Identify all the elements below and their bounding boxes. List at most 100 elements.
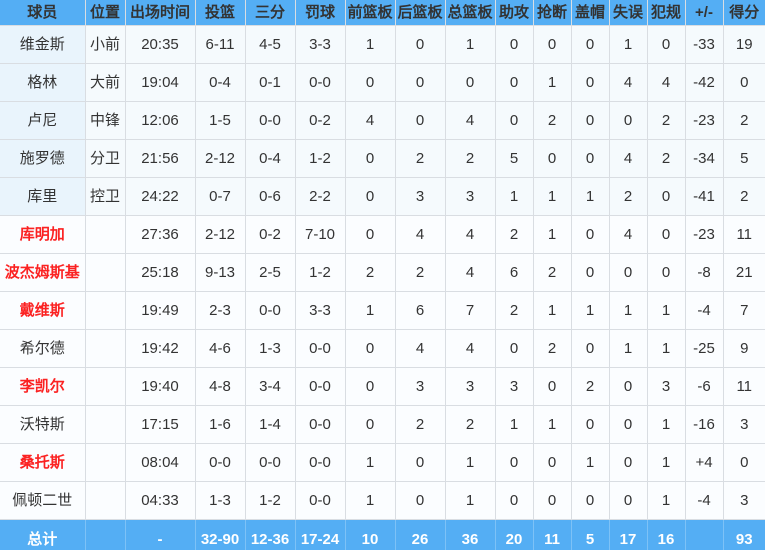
cell-reb: 3 — [445, 177, 496, 216]
table-row[interactable]: 卢尼 中锋 12:06 1-5 0-0 0-2 4 0 4 0 2 0 0 2 -23 2 — [0, 101, 765, 140]
cell-ast: 0 — [495, 101, 534, 140]
cell-position: 控卫 — [85, 177, 126, 216]
cell-plusminus: -8 — [685, 253, 724, 292]
table-row[interactable]: 戴维斯 19:49 2-3 0-0 3-3 1 6 7 2 1 1 1 1 -4 7 — [0, 291, 765, 330]
cell-ft: 3-3 — [295, 25, 346, 64]
cell-blk: 1 — [571, 443, 610, 482]
cell-ast: 0 — [495, 481, 534, 520]
cell-ast: 1 — [495, 177, 534, 216]
table-row[interactable]: 格林 大前 19:04 0-4 0-1 0-0 0 0 0 0 1 0 4 4 -42 0 — [0, 63, 765, 102]
column-header-reb[interactable]: 总篮板 — [445, 0, 496, 26]
cell-reb: 3 — [445, 367, 496, 406]
column-header-stl[interactable]: 抢断 — [533, 0, 572, 26]
total-cell-stl: 11 — [533, 519, 572, 550]
table-row[interactable]: 库明加 27:36 2-12 0-2 7-10 0 4 4 2 1 0 4 0 -23 11 — [0, 215, 765, 254]
column-header-plusminus[interactable]: +/- — [685, 0, 724, 26]
table-row[interactable]: 维金斯 小前 20:35 6-11 4-5 3-3 1 0 1 0 0 0 1 0 -33 19 — [0, 25, 765, 64]
table-row[interactable]: 佩顿二世 04:33 1-3 1-2 0-0 1 0 1 0 0 0 0 1 -4 3 — [0, 481, 765, 520]
cell-blk: 1 — [571, 291, 610, 330]
table-row[interactable]: 希尔德 19:42 4-6 1-3 0-0 0 4 4 0 2 0 1 1 -25 9 — [0, 329, 765, 368]
column-header-blk[interactable]: 盖帽 — [571, 0, 610, 26]
cell-fg: 4-6 — [195, 329, 246, 368]
cell-pf: 1 — [647, 405, 686, 444]
cell-fg: 2-3 — [195, 291, 246, 330]
cell-3p: 0-0 — [245, 443, 296, 482]
cell-reb: 4 — [445, 329, 496, 368]
cell-tov: 0 — [609, 101, 648, 140]
cell-oreb: 4 — [345, 101, 396, 140]
player-name-cell[interactable]: 戴维斯 — [0, 291, 86, 330]
cell-reb: 1 — [445, 25, 496, 64]
cell-3p: 0-6 — [245, 177, 296, 216]
table-row[interactable]: 沃特斯 17:15 1-6 1-4 0-0 0 2 2 1 1 0 0 1 -16 3 — [0, 405, 765, 444]
table-row[interactable]: 李凯尔 19:40 4-8 3-4 0-0 0 3 3 3 0 2 0 3 -6 11 — [0, 367, 765, 406]
table-row[interactable]: 桑托斯 08:04 0-0 0-0 0-0 1 0 1 0 0 1 0 1 +4 0 — [0, 443, 765, 482]
player-name-cell[interactable]: 维金斯 — [0, 25, 86, 64]
cell-oreb: 0 — [345, 215, 396, 254]
total-cell-reb: 36 — [445, 519, 496, 550]
cell-pf: 4 — [647, 63, 686, 102]
cell-reb: 4 — [445, 253, 496, 292]
player-name-cell[interactable]: 库明加 — [0, 215, 86, 254]
cell-ast: 3 — [495, 367, 534, 406]
cell-reb: 1 — [445, 443, 496, 482]
cell-pf: 1 — [647, 443, 686, 482]
cell-oreb: 2 — [345, 253, 396, 292]
column-header-ast[interactable]: 助攻 — [495, 0, 534, 26]
cell-stl: 0 — [533, 367, 572, 406]
cell-stl: 2 — [533, 101, 572, 140]
column-header-3p[interactable]: 三分 — [245, 0, 296, 26]
player-name-cell[interactable]: 卢尼 — [0, 101, 86, 140]
column-header-position[interactable]: 位置 — [85, 0, 126, 26]
cell-dreb: 2 — [395, 139, 446, 178]
column-header-points[interactable]: 得分 — [723, 0, 765, 26]
cell-3p: 2-5 — [245, 253, 296, 292]
table-row[interactable]: 库里 控卫 24:22 0-7 0-6 2-2 0 3 3 1 1 1 2 0 -41 2 — [0, 177, 765, 216]
player-name-cell[interactable]: 施罗德 — [0, 139, 86, 178]
player-name-cell[interactable]: 桑托斯 — [0, 443, 86, 482]
player-name-cell[interactable]: 希尔德 — [0, 329, 86, 368]
table-row[interactable]: 施罗德 分卫 21:56 2-12 0-4 1-2 0 2 2 5 0 0 4 2 -34 5 — [0, 139, 765, 178]
cell-ft: 3-3 — [295, 291, 346, 330]
cell-oreb: 1 — [345, 25, 396, 64]
cell-tov: 0 — [609, 405, 648, 444]
player-name-cell[interactable]: 波杰姆斯基 — [0, 253, 86, 292]
player-name-cell[interactable]: 沃特斯 — [0, 405, 86, 444]
cell-minutes: 19:04 — [125, 63, 196, 102]
player-name-cell[interactable]: 佩顿二世 — [0, 481, 86, 520]
cell-dreb: 3 — [395, 177, 446, 216]
cell-position — [85, 253, 126, 292]
player-name-cell[interactable]: 格林 — [0, 63, 86, 102]
column-header-tov[interactable]: 失误 — [609, 0, 648, 26]
cell-tov: 0 — [609, 443, 648, 482]
cell-dreb: 0 — [395, 25, 446, 64]
cell-points: 0 — [723, 443, 765, 482]
cell-blk: 2 — [571, 367, 610, 406]
cell-3p: 1-3 — [245, 329, 296, 368]
box-score-table: 球员 位置 出场时间 投篮 三分 罚球 前篮板 后篮板 总篮板 助攻 抢断 盖帽… — [0, 0, 765, 550]
cell-fg: 1-3 — [195, 481, 246, 520]
cell-plusminus: -23 — [685, 215, 724, 254]
column-header-fg[interactable]: 投篮 — [195, 0, 246, 26]
cell-ft: 1-2 — [295, 253, 346, 292]
cell-fg: 6-11 — [195, 25, 246, 64]
column-header-minutes[interactable]: 出场时间 — [125, 0, 196, 26]
column-header-ft[interactable]: 罚球 — [295, 0, 346, 26]
player-name-cell[interactable]: 库里 — [0, 177, 86, 216]
cell-blk: 0 — [571, 63, 610, 102]
cell-points: 9 — [723, 329, 765, 368]
cell-tov: 0 — [609, 481, 648, 520]
cell-reb: 2 — [445, 405, 496, 444]
box-score-panel: 球员 位置 出场时间 投篮 三分 罚球 前篮板 后篮板 总篮板 助攻 抢断 盖帽… — [0, 0, 765, 550]
cell-reb: 1 — [445, 481, 496, 520]
column-header-pf[interactable]: 犯规 — [647, 0, 686, 26]
column-header-oreb[interactable]: 前篮板 — [345, 0, 396, 26]
column-header-player[interactable]: 球员 — [0, 0, 86, 26]
column-header-dreb[interactable]: 后篮板 — [395, 0, 446, 26]
player-name-cell[interactable]: 李凯尔 — [0, 367, 86, 406]
cell-minutes: 19:40 — [125, 367, 196, 406]
table-row[interactable]: 波杰姆斯基 25:18 9-13 2-5 1-2 2 2 4 6 2 0 0 0 -8 21 — [0, 253, 765, 292]
total-row: 总计 -32-90 12-36 17-24 10 26 36 20 11 5 17 16 93 — [0, 519, 765, 550]
cell-blk: 0 — [571, 139, 610, 178]
total-cell-dreb: 26 — [395, 519, 446, 550]
